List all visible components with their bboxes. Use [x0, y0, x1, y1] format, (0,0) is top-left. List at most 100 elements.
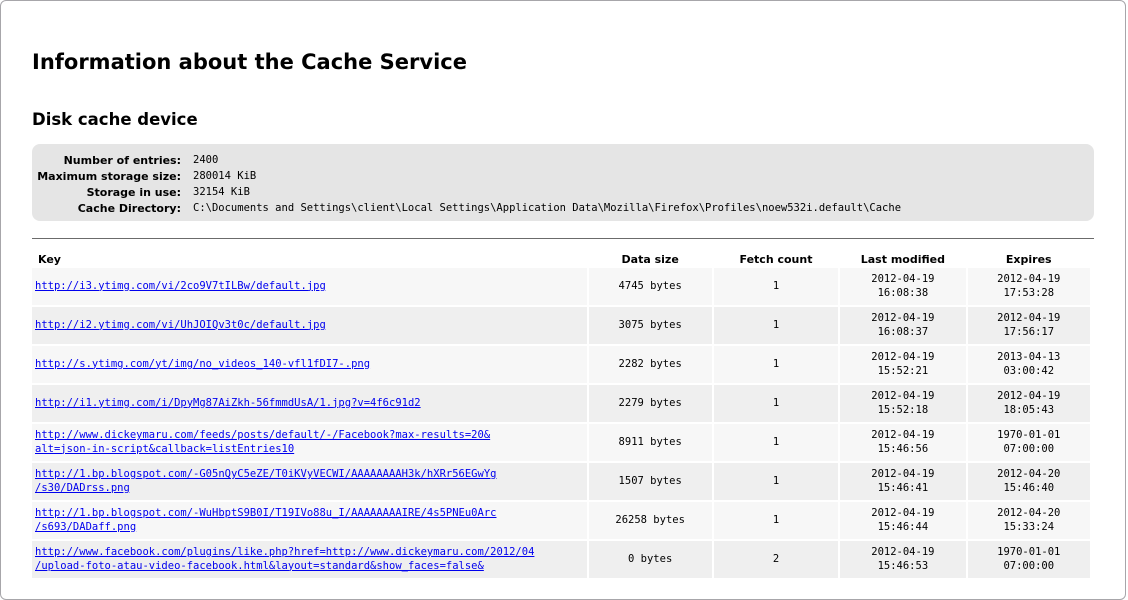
expires-date: 2012-04-19: [997, 273, 1061, 285]
header-expires: Expires: [1005, 252, 1052, 266]
expires-date: 2012-04-20: [997, 507, 1061, 519]
page-title: Information about the Cache Service: [32, 50, 467, 74]
size-cell: 2282 bytes: [588, 346, 712, 383]
in-use-row: Storage in use: 32154 KiB: [32, 184, 1094, 200]
section-title: Disk cache device: [32, 110, 198, 129]
modified-date: 2012-04-19: [871, 390, 935, 402]
modified-date: 2012-04-19: [871, 507, 935, 519]
expires-cell: 1970-01-01 07:00:00: [967, 541, 1090, 578]
fetch-cell: 1: [713, 268, 839, 305]
entries-value: 2400: [193, 154, 219, 166]
table-row: http://1.bp.blogspot.com/-WuHbptS9B0I/T1…: [32, 502, 1090, 539]
size-cell: 1507 bytes: [588, 463, 712, 500]
expires-time: 07:00:00: [1003, 559, 1055, 572]
key-cell: http://1.bp.blogspot.com/-G05nQyC5eZE/T0…: [32, 463, 587, 500]
modified-cell: 2012-04-19 16:08:38: [840, 268, 966, 305]
cache-entry-link[interactable]: http://1.bp.blogspot.com/-G05nQyC5eZE/T0…: [35, 468, 496, 494]
cache-entry-link[interactable]: http://1.bp.blogspot.com/-WuHbptS9B0I/T1…: [35, 507, 496, 533]
modified-cell: 2012-04-19 15:46:56: [840, 424, 966, 461]
modified-time: 16:08:37: [877, 325, 929, 338]
modified-cell: 2012-04-19 15:46:44: [840, 502, 966, 539]
cache-entries-table: Key Data size Fetch count Last modified …: [30, 250, 1092, 580]
modified-date: 2012-04-19: [871, 546, 935, 558]
expires-time: 03:00:42: [1003, 364, 1055, 377]
modified-time: 15:52:21: [877, 364, 929, 377]
entries-row: Number of entries: 2400: [32, 152, 1094, 168]
expires-date: 2013-04-13: [997, 351, 1061, 363]
size-cell: 3075 bytes: [588, 307, 712, 344]
table-row: http://s.ytimg.com/yt/img/no_videos_140-…: [32, 346, 1090, 383]
cache-dir-label: Cache Directory:: [77, 201, 181, 215]
fetch-cell: 2: [713, 541, 839, 578]
fetch-cell: 1: [713, 463, 839, 500]
modified-time: 15:52:18: [877, 403, 929, 416]
table-row: http://1.bp.blogspot.com/-G05nQyC5eZE/T0…: [32, 463, 1090, 500]
modified-cell: 2012-04-19 16:08:37: [840, 307, 966, 344]
header-data-size: Data size: [621, 252, 679, 266]
expires-time: 17:56:17: [1003, 325, 1055, 338]
table-row: http://i3.ytimg.com/vi/2co9V7tILBw/defau…: [32, 268, 1090, 305]
max-size-label: Maximum storage size:: [37, 169, 181, 183]
size-cell: 8911 bytes: [588, 424, 712, 461]
max-size-value: 280014 KiB: [193, 170, 257, 182]
modified-time: 16:08:38: [877, 286, 929, 299]
expires-date: 2012-04-19: [997, 390, 1061, 402]
header-last-modified: Last modified: [860, 252, 945, 266]
modified-time: 15:46:56: [877, 442, 929, 455]
key-cell: http://1.bp.blogspot.com/-WuHbptS9B0I/T1…: [32, 502, 587, 539]
key-cell: http://www.facebook.com/plugins/like.php…: [32, 541, 587, 578]
fetch-cell: 1: [713, 502, 839, 539]
modified-time: 15:46:44: [877, 520, 929, 533]
modified-date: 2012-04-19: [871, 273, 935, 285]
entries-label: Number of entries:: [63, 153, 181, 167]
expires-cell: 2012-04-19 17:53:28: [967, 268, 1090, 305]
expires-cell: 1970-01-01 07:00:00: [967, 424, 1090, 461]
fetch-cell: 1: [713, 385, 839, 422]
modified-time: 15:46:41: [877, 481, 929, 494]
expires-time: 17:53:28: [1003, 286, 1055, 299]
device-info-box: Number of entries: 2400 Maximum storage …: [32, 144, 1094, 221]
modified-cell: 2012-04-19 15:52:18: [840, 385, 966, 422]
table-header-row: Key Data size Fetch count Last modified …: [32, 252, 1090, 266]
expires-cell: 2012-04-20 15:33:24: [967, 502, 1090, 539]
key-cell: http://i1.ytimg.com/i/DpyMg87AiZkh-56fmm…: [32, 385, 587, 422]
expires-date: 2012-04-19: [997, 312, 1061, 324]
modified-date: 2012-04-19: [871, 429, 935, 441]
modified-cell: 2012-04-19 15:46:41: [840, 463, 966, 500]
modified-time: 15:46:53: [877, 559, 929, 572]
expires-time: 07:00:00: [1003, 442, 1055, 455]
expires-cell: 2012-04-19 17:56:17: [967, 307, 1090, 344]
table-row: http://www.dickeymaru.com/feeds/posts/de…: [32, 424, 1090, 461]
modified-cell: 2012-04-19 15:46:53: [840, 541, 966, 578]
fetch-cell: 1: [713, 346, 839, 383]
cache-entry-link[interactable]: http://www.dickeymaru.com/feeds/posts/de…: [35, 429, 490, 455]
header-key: Key: [38, 252, 61, 266]
max-size-row: Maximum storage size: 280014 KiB: [32, 168, 1094, 184]
table-row: http://www.facebook.com/plugins/like.php…: [32, 541, 1090, 578]
expires-time: 15:33:24: [1003, 520, 1055, 533]
cache-entry-link[interactable]: http://i1.ytimg.com/i/DpyMg87AiZkh-56fmm…: [35, 397, 421, 409]
expires-cell: 2012-04-20 15:46:40: [967, 463, 1090, 500]
cache-dir-value: C:\Documents and Settings\client\Local S…: [193, 202, 902, 214]
size-cell: 4745 bytes: [588, 268, 712, 305]
cache-entry-link[interactable]: http://s.ytimg.com/yt/img/no_videos_140-…: [35, 358, 370, 370]
cache-dir-row: Cache Directory: C:\Documents and Settin…: [32, 200, 1094, 216]
cache-entry-link[interactable]: http://www.facebook.com/plugins/like.php…: [35, 546, 534, 572]
modified-date: 2012-04-19: [871, 468, 935, 480]
expires-cell: 2013-04-13 03:00:42: [967, 346, 1090, 383]
header-fetch-count: Fetch count: [739, 252, 813, 266]
cache-entry-link[interactable]: http://i3.ytimg.com/vi/2co9V7tILBw/defau…: [35, 280, 326, 292]
size-cell: 2279 bytes: [588, 385, 712, 422]
in-use-label: Storage in use:: [86, 185, 181, 199]
expires-time: 18:05:43: [1003, 403, 1055, 416]
key-cell: http://s.ytimg.com/yt/img/no_videos_140-…: [32, 346, 587, 383]
key-cell: http://www.dickeymaru.com/feeds/posts/de…: [32, 424, 587, 461]
table-row: http://i1.ytimg.com/i/DpyMg87AiZkh-56fmm…: [32, 385, 1090, 422]
cache-entry-link[interactable]: http://i2.ytimg.com/vi/UhJOIQv3t0c/defau…: [35, 319, 326, 331]
key-cell: http://i2.ytimg.com/vi/UhJOIQv3t0c/defau…: [32, 307, 587, 344]
fetch-cell: 1: [713, 424, 839, 461]
fetch-cell: 1: [713, 307, 839, 344]
in-use-value: 32154 KiB: [193, 186, 250, 198]
modified-date: 2012-04-19: [871, 312, 935, 324]
key-cell: http://i3.ytimg.com/vi/2co9V7tILBw/defau…: [32, 268, 587, 305]
